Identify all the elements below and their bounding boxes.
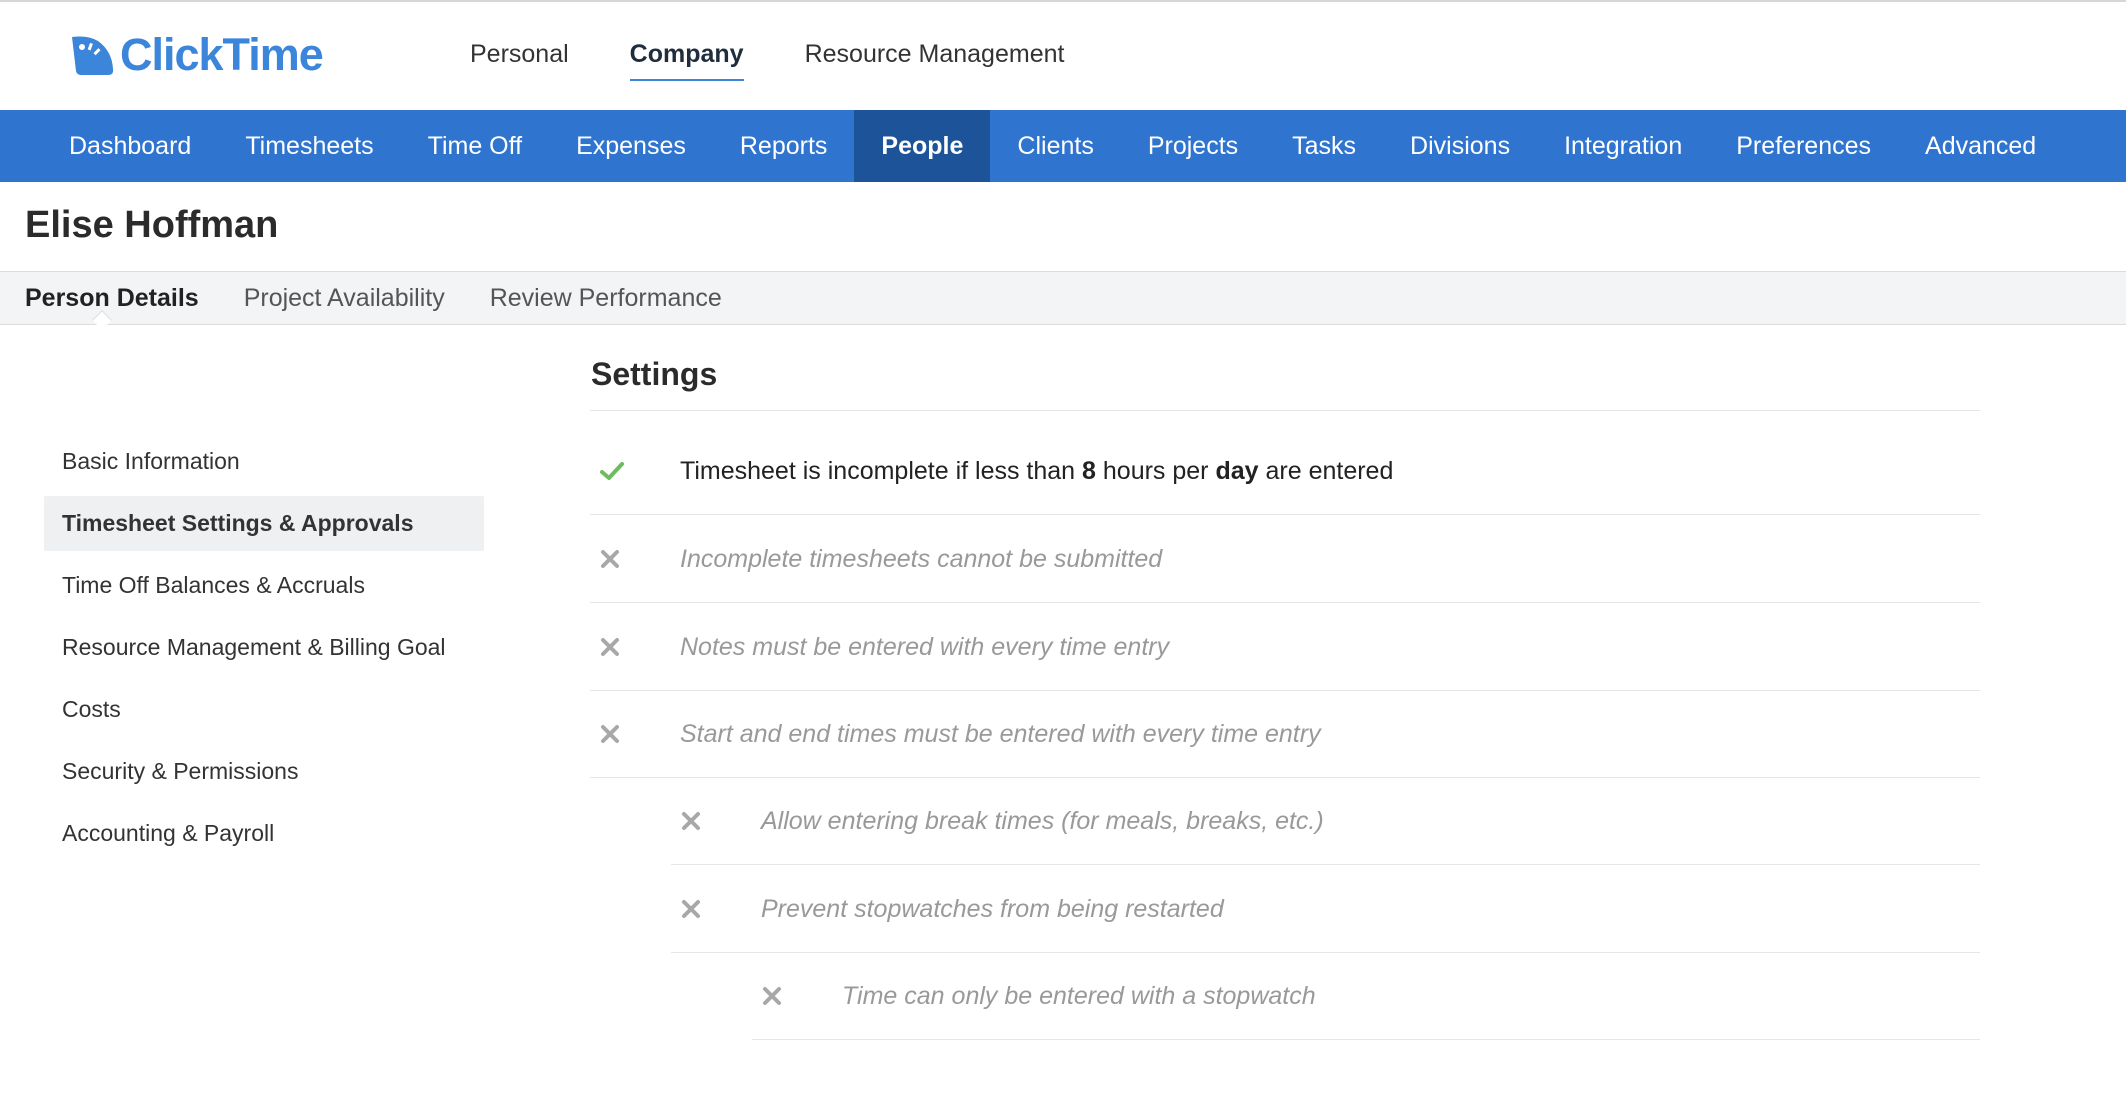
check-icon: [600, 462, 624, 480]
person-subtabs: Person Details Project Availability Revi…: [0, 271, 2126, 325]
sidebar-item-costs[interactable]: Costs: [44, 682, 484, 737]
setting-text-part: hours per: [1095, 456, 1216, 485]
topnav-resource-management[interactable]: Resource Management: [805, 40, 1065, 73]
settings-title: Settings: [591, 356, 718, 392]
page-title: Elise Hoffman: [25, 204, 279, 246]
sidebar-item-accounting[interactable]: Accounting & Payroll: [44, 806, 484, 861]
clicktime-logo[interactable]: ClickTime: [68, 29, 324, 80]
nav-divisions[interactable]: Divisions: [1383, 110, 1537, 182]
tab-person-details[interactable]: Person Details: [25, 284, 199, 313]
main-nav: Dashboard Timesheets Time Off Expenses R…: [0, 110, 2126, 182]
x-icon: [763, 987, 781, 1005]
sidebar-item-time-off-balances[interactable]: Time Off Balances & Accruals: [44, 558, 484, 613]
nav-people[interactable]: People: [854, 110, 991, 182]
nav-timesheets[interactable]: Timesheets: [218, 110, 400, 182]
tab-review-performance[interactable]: Review Performance: [490, 284, 722, 313]
settings-divider: [590, 410, 1980, 411]
setting-text: Incomplete timesheets cannot be submitte…: [680, 544, 1163, 573]
setting-row-notes-required: Notes must be entered with every time en…: [590, 604, 1980, 691]
setting-row-start-end-required: Start and end times must be entered with…: [590, 691, 1980, 778]
setting-row-prevent-stopwatch-restart: Prevent stopwatches from being restarted: [671, 866, 1980, 953]
nav-reports[interactable]: Reports: [713, 110, 855, 182]
setting-text: Prevent stopwatches from being restarted: [761, 894, 1224, 923]
stopwatch-logo-icon: [72, 36, 114, 75]
setting-row-break-times: Allow entering break times (for meals, b…: [671, 778, 1980, 865]
hours-value: 8: [1082, 456, 1096, 485]
nav-integration[interactable]: Integration: [1537, 110, 1709, 182]
nav-expenses[interactable]: Expenses: [549, 110, 713, 182]
setting-text-part: are entered: [1258, 456, 1394, 485]
tab-project-availability[interactable]: Project Availability: [244, 284, 445, 313]
setting-text: Allow entering break times (for meals, b…: [761, 806, 1324, 835]
nav-tasks[interactable]: Tasks: [1265, 110, 1383, 182]
sidebar-item-timesheet-settings[interactable]: Timesheet Settings & Approvals: [44, 496, 484, 551]
top-nav: Personal Company Resource Management: [470, 2, 1125, 110]
x-icon: [601, 725, 619, 743]
nav-time-off[interactable]: Time Off: [401, 110, 549, 182]
nav-preferences[interactable]: Preferences: [1709, 110, 1898, 182]
x-icon: [601, 638, 619, 656]
x-icon: [601, 550, 619, 568]
logo-text: ClickTime: [120, 29, 324, 80]
setting-row-incomplete-threshold: Timesheet is incomplete if less than 8 h…: [590, 428, 1980, 515]
topnav-personal[interactable]: Personal: [470, 40, 569, 73]
sidebar-item-security[interactable]: Security & Permissions: [44, 744, 484, 799]
setting-text-part: Timesheet is incomplete if less than: [680, 456, 1083, 485]
x-icon: [682, 812, 700, 830]
sidebar-item-basic-information[interactable]: Basic Information: [44, 434, 484, 489]
x-icon: [682, 900, 700, 918]
setting-text: Start and end times must be entered with…: [680, 719, 1321, 748]
nav-advanced[interactable]: Advanced: [1898, 110, 2063, 182]
setting-text: Notes must be entered with every time en…: [680, 632, 1170, 661]
nav-dashboard[interactable]: Dashboard: [42, 110, 218, 182]
sidebar-item-resource-management[interactable]: Resource Management & Billing Goal: [44, 620, 484, 675]
settings-sidebar: Basic Information Timesheet Settings & A…: [44, 434, 484, 868]
setting-text: Timesheet is incomplete if less than 8 h…: [680, 457, 1393, 486]
setting-text: Time can only be entered with a stopwatc…: [842, 981, 1316, 1010]
nav-clients[interactable]: Clients: [990, 110, 1120, 182]
topnav-company[interactable]: Company: [629, 40, 744, 81]
setting-row-incomplete-cannot-submit: Incomplete timesheets cannot be submitte…: [590, 516, 1980, 603]
nav-projects[interactable]: Projects: [1121, 110, 1265, 182]
top-header: ClickTime Personal Company Resource Mana…: [0, 2, 2126, 110]
period-value: day: [1215, 456, 1259, 485]
setting-row-stopwatch-only: Time can only be entered with a stopwatc…: [752, 953, 1980, 1040]
